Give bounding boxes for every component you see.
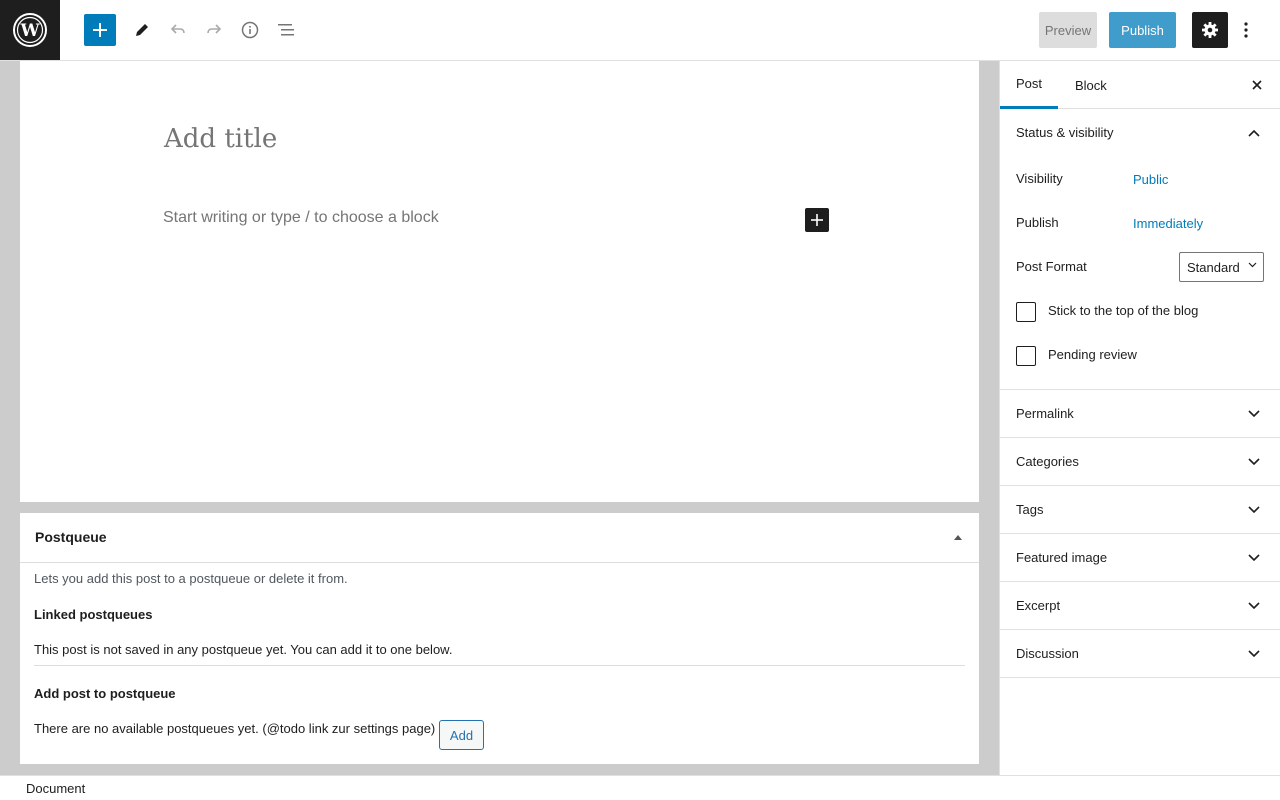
post-format-value: Standard (1187, 259, 1240, 275)
tab-post[interactable]: Post (1000, 61, 1058, 109)
linked-postqueues-heading: Linked postqueues (34, 607, 153, 622)
chevron-down-icon (1247, 455, 1261, 469)
featured-image-panel[interactable]: Featured image (1000, 534, 1280, 582)
excerpt-panel[interactable]: Excerpt (1000, 582, 1280, 630)
chevron-down-icon (1248, 262, 1257, 268)
block-inserter-button[interactable] (84, 14, 116, 46)
preview-button[interactable]: Preview (1039, 12, 1097, 48)
postqueue-metabox: Postqueue Lets you add this post to a po… (20, 513, 979, 764)
post-format-select[interactable]: Standard (1179, 252, 1264, 282)
pending-review-label: Pending review (1048, 347, 1137, 362)
visibility-label: Visibility (1016, 171, 1063, 186)
metabox-description: Lets you add this post to a postqueue or… (34, 571, 348, 586)
undo-button[interactable] (162, 14, 194, 46)
chevron-up-icon[interactable] (1247, 126, 1261, 140)
options-button[interactable] (1232, 12, 1260, 48)
breadcrumb[interactable]: Document (26, 781, 85, 796)
info-icon (241, 21, 259, 39)
wordpress-logo-icon[interactable]: W (0, 0, 60, 60)
panel-title: Discussion (1016, 646, 1079, 661)
more-vertical-icon (1244, 22, 1248, 38)
svg-text:W: W (19, 21, 40, 41)
chevron-down-icon (1247, 503, 1261, 517)
details-button[interactable] (234, 14, 266, 46)
visibility-link[interactable]: Public (1133, 172, 1168, 187)
chevron-down-icon (1247, 647, 1261, 661)
panel-title: Categories (1016, 454, 1079, 469)
metabox-title: Postqueue (35, 529, 107, 545)
categories-panel[interactable]: Categories (1000, 438, 1280, 486)
no-postqueues-note: There are no available postqueues yet. (… (34, 721, 436, 736)
pending-review-checkbox[interactable] (1016, 346, 1036, 366)
gear-icon (1202, 22, 1218, 38)
status-visibility-panel: Status & visibility Visibility Public Pu… (1000, 109, 1280, 390)
post-title-input[interactable]: Add title (164, 124, 277, 154)
chevron-down-icon (1247, 407, 1261, 421)
sticky-checkbox[interactable] (1016, 302, 1036, 322)
divider (34, 665, 965, 666)
linked-postqueues-note: This post is not saved in any postqueue … (34, 642, 453, 657)
post-format-label: Post Format (1016, 259, 1087, 274)
panel-title: Permalink (1016, 406, 1074, 421)
status-visibility-toggle[interactable]: Status & visibility (1016, 125, 1114, 140)
undo-icon (170, 24, 185, 34)
editor-header: W Preview Publish (0, 0, 1280, 61)
permalink-panel[interactable]: Permalink (1000, 390, 1280, 438)
add-block-button[interactable] (805, 208, 829, 232)
chevron-down-icon (1247, 599, 1261, 613)
panel-title: Tags (1016, 502, 1044, 517)
settings-button[interactable] (1192, 12, 1228, 48)
sidebar-tabs: Post Block (1000, 61, 1280, 109)
publish-label: Publish (1016, 215, 1059, 230)
metabox-header[interactable]: Postqueue (20, 513, 979, 563)
tab-block[interactable]: Block (1075, 61, 1107, 109)
pencil-icon (136, 24, 148, 36)
panel-title: Excerpt (1016, 598, 1061, 613)
chevron-down-icon (1247, 551, 1261, 565)
tags-panel[interactable]: Tags (1000, 486, 1280, 534)
publish-button[interactable]: Publish (1109, 12, 1176, 48)
publish-date-link[interactable]: Immediately (1133, 216, 1203, 231)
plus-icon (93, 23, 107, 37)
redo-icon (207, 24, 222, 34)
list-view-button[interactable] (270, 14, 302, 46)
add-postqueue-button[interactable]: Add (439, 720, 484, 750)
settings-sidebar: Post Block Status & visibility Visibilit… (999, 61, 1280, 775)
editor-footer: Document (0, 775, 1280, 800)
panel-title: Featured image (1016, 550, 1108, 565)
collapse-icon[interactable] (953, 533, 963, 543)
plus-icon (811, 214, 823, 226)
redo-button[interactable] (198, 14, 230, 46)
sticky-label: Stick to the top of the blog (1048, 303, 1199, 318)
paragraph-placeholder[interactable]: Start writing or type / to choose a bloc… (163, 209, 439, 227)
add-postqueue-heading: Add post to postqueue (34, 686, 176, 701)
close-icon[interactable] (1249, 77, 1265, 93)
discussion-panel[interactable]: Discussion (1000, 630, 1280, 678)
list-view-icon (278, 24, 294, 36)
tools-button[interactable] (126, 14, 158, 46)
